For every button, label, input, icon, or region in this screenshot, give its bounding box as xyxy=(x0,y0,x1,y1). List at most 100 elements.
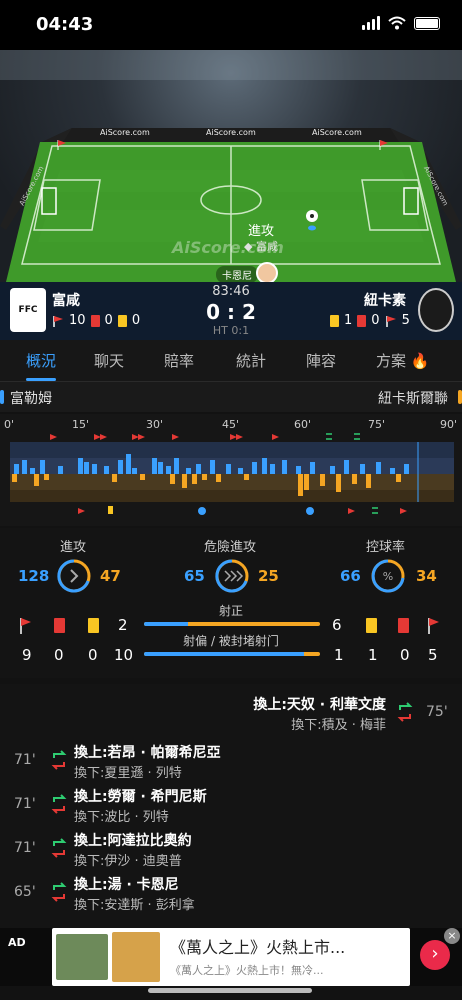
stat-attack-home: 128 xyxy=(18,567,50,585)
stat-possession-away: 34 xyxy=(416,567,437,585)
away-yellow: 1 xyxy=(344,313,353,328)
signal-icon xyxy=(362,16,380,30)
status-bar: 04:43 xyxy=(0,0,462,50)
home-yellow-card-icon xyxy=(88,618,99,633)
home-indicator[interactable] xyxy=(148,988,312,993)
shots-off-label: 射偏 / 被封堵射门 xyxy=(183,634,279,648)
sub-in: 換上:阿達拉比奧約 xyxy=(74,833,192,849)
away-red-total: 0 xyxy=(400,646,410,664)
ad-board-2: AiScore.com xyxy=(206,128,256,137)
player-tag: 卡恩尼 xyxy=(216,266,258,282)
list-item: 換上:天奴 · 利華文度 換下:積及 · 梅菲 75' xyxy=(0,692,462,736)
stat-attack-away: 47 xyxy=(100,567,121,585)
ad-card[interactable]: 《萬人之上》火熱上市... 《萬人之上》火熱上市！無冷... › × xyxy=(52,928,460,986)
substitution-icon xyxy=(397,702,413,722)
sub-in: 換上:湯 · 卡恩尼 xyxy=(74,877,179,893)
sub-out: 換下:積及 · 梅菲 xyxy=(291,718,386,733)
sub-out: 換下:夏里遜 · 列特 xyxy=(74,766,182,781)
home-red-card-icon xyxy=(54,618,65,633)
substitution-icon xyxy=(51,882,67,902)
substitution-icon xyxy=(51,750,67,770)
home-color-marker xyxy=(0,390,4,404)
away-team-name[interactable]: 紐卡素 xyxy=(364,290,406,310)
tab-lineups[interactable]: 陣容 xyxy=(306,350,336,371)
sub-minute: 71' xyxy=(14,840,36,856)
team-names-row: 富勒姆 紐卡斯爾聯 xyxy=(0,382,462,412)
player-avatar xyxy=(256,262,278,282)
sub-out: 換下:安達斯 · 彭利拿 xyxy=(74,898,195,913)
ad-title[interactable]: 《萬人之上》火熱上市... xyxy=(170,934,345,958)
shots-off-bar xyxy=(144,652,320,656)
sub-out: 換下:波比 · 列特 xyxy=(74,810,169,825)
danger-ring xyxy=(215,559,249,593)
ad-board-3: AiScore.com xyxy=(312,128,362,137)
stat-danger-home: 65 xyxy=(184,567,205,585)
close-icon[interactable]: × xyxy=(444,928,460,944)
possession-ring: % xyxy=(371,559,405,593)
ad-board-1: AiScore.com xyxy=(100,128,150,137)
shots-on-label: 射正 xyxy=(218,604,243,618)
substitution-icon xyxy=(51,838,67,858)
list-item: 71' 換上:若昂 · 帕爾希尼亞 換下:夏里遜 · 列特 xyxy=(0,740,462,784)
chevron-right-icon[interactable]: › xyxy=(420,940,450,970)
ad-banner[interactable]: AD 《萬人之上》火熱上市... 《萬人之上》火熱上市！無冷... › × xyxy=(0,928,462,986)
event-team-name: 富咸 xyxy=(255,240,278,253)
wifi-icon xyxy=(388,16,406,30)
ad-image xyxy=(112,932,160,982)
tab-tips-label: 方案 xyxy=(376,352,407,370)
tab-stats[interactable]: 統計 xyxy=(236,350,266,371)
list-item: 71' 換上:勞爾 · 希門尼斯 換下:波比 · 列特 xyxy=(0,784,462,828)
away-corners-total: 5 xyxy=(428,646,438,664)
sub-out: 換下:伊沙 · 迪奧普 xyxy=(74,854,182,869)
home-team-fullname: 富勒姆 xyxy=(10,391,52,407)
match-pitch-animation: AiScore.com AiScore.com AiScore.com AiSc… xyxy=(0,50,462,282)
event-label: 進攻 xyxy=(248,224,275,239)
tab-overview[interactable]: 概況 xyxy=(26,350,56,371)
ad-label: AD xyxy=(8,936,26,949)
events-list: 換上:天奴 · 利華文度 換下:積及 · 梅菲 75' 71' 換上:若昂 · … xyxy=(0,684,462,928)
stat-danger-title: 危險進攻 xyxy=(204,540,257,555)
tab-odds[interactable]: 賠率 xyxy=(164,350,194,371)
momentum-graph xyxy=(10,433,454,515)
battery-icon xyxy=(414,16,440,30)
stat-possession-title: 控球率 xyxy=(366,540,406,555)
ad-subtitle: 《萬人之上》火熱上市！無冷... xyxy=(170,964,324,977)
away-team-fullname: 紐卡斯爾聯 xyxy=(378,391,448,407)
stat-attack-title: 進攻 xyxy=(60,540,87,555)
sub-in: 換上:若昂 · 帕爾希尼亞 xyxy=(74,745,221,761)
tab-chat[interactable]: 聊天 xyxy=(94,350,124,371)
sub-in: 換上:天奴 · 利華文度 xyxy=(253,697,386,713)
scoreboard: FFC 富咸 10 0 0 83:46 0 : 2 HT 0:1 紐卡素 1 0… xyxy=(0,282,462,340)
away-team-counts: 1 0 5 xyxy=(330,313,410,328)
away-yellow-total: 1 xyxy=(368,646,378,664)
away-color-marker xyxy=(458,390,462,404)
tab-underline xyxy=(26,378,56,381)
away-team-logo[interactable] xyxy=(418,288,454,332)
shots-off-away: 1 xyxy=(334,646,344,664)
away-red-card-icon xyxy=(398,618,409,633)
status-time: 04:43 xyxy=(36,14,94,35)
substitution-icon xyxy=(51,794,67,814)
corner-flag-icon xyxy=(385,315,396,327)
sub-minute: 71' xyxy=(14,752,36,768)
momentum-timeline: 0' 15' 30' 45' 60' 75' 90' xyxy=(0,414,462,526)
shots-on-bar xyxy=(144,622,320,626)
shots-on-bar-fill xyxy=(144,622,188,626)
ad-image xyxy=(56,934,108,980)
yellow-card-icon xyxy=(330,314,339,327)
away-yellow-card-icon xyxy=(366,618,377,633)
red-card-icon xyxy=(357,314,367,327)
key-stats: 進攻 128 47 危險進攻 65 25 控球率 66 % 34 2 射正 6 … xyxy=(0,528,462,678)
status-icons xyxy=(362,16,440,30)
stat-danger-away: 25 xyxy=(258,567,279,585)
shots-off-bar-fill xyxy=(144,652,305,656)
away-red: 0 xyxy=(371,313,380,328)
stat-possession-home: 66 xyxy=(340,567,361,585)
svg-text:%: % xyxy=(383,570,393,583)
tab-bar: 概況 聊天 賠率 統計 陣容 方案 🔥 xyxy=(0,340,462,382)
tab-tips[interactable]: 方案 🔥 xyxy=(376,350,429,371)
sub-in: 換上:勞爾 · 希門尼斯 xyxy=(74,789,207,805)
sub-minute: 75' xyxy=(426,704,448,720)
event-team: ◆ 富咸 xyxy=(244,240,278,253)
list-item: 71' 換上:阿達拉比奧約 換下:伊沙 · 迪奧普 xyxy=(0,828,462,872)
